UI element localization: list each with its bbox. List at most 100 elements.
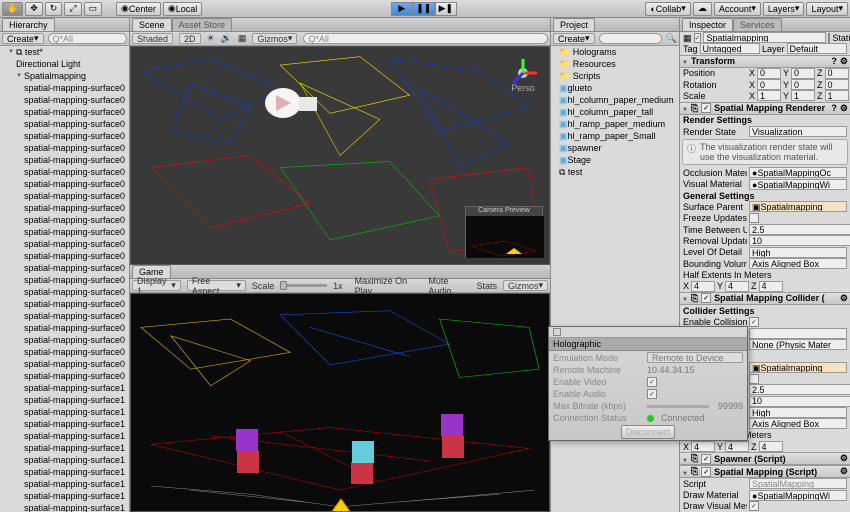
enable-audio-checkbox[interactable] [647, 389, 657, 399]
help-icon[interactable]: ? [831, 56, 837, 66]
lod-dropdown[interactable]: High [749, 247, 847, 258]
pause-button[interactable]: ❚❚ [413, 2, 435, 16]
freeze-updates-checkbox[interactable] [749, 213, 759, 223]
tree-item[interactable]: spatial-mapping-surface0 [0, 214, 129, 226]
project-item[interactable]: 📁 Resources [551, 58, 679, 70]
tab-scene[interactable]: Scene [132, 18, 172, 31]
transform-header[interactable]: Transform?⚙ [680, 55, 850, 68]
spawner-enabled[interactable] [701, 454, 711, 464]
sm-script-enabled[interactable] [701, 467, 711, 477]
hand-tool[interactable]: ✋ [2, 2, 23, 16]
gear-icon[interactable]: ⚙ [840, 293, 848, 304]
hierarchy-create-dropdown[interactable]: Create ▾ [2, 33, 44, 44]
tree-item[interactable]: spatial-mapping-surface0 [0, 82, 129, 94]
scene-search[interactable]: Q*All [303, 33, 548, 44]
smc-header[interactable]: ⎘Spatial Mapping Collider (⚙ [680, 292, 850, 305]
tree-item[interactable]: spatial-mapping-surface0 [0, 166, 129, 178]
orientation-gizmo[interactable]: Persp [505, 55, 541, 91]
tree-item[interactable]: spatial-mapping-surface1 [0, 442, 129, 454]
tree-item[interactable]: spatial-mapping-surface1 [0, 502, 129, 512]
scene-viewport[interactable]: Persp Camera Preview [130, 46, 550, 265]
emulation-mode-dropdown[interactable]: Remote to Device [647, 352, 743, 363]
tree-item[interactable]: spatial-mapping-surface0 [0, 226, 129, 238]
smc-he-x[interactable] [691, 441, 715, 452]
tree-item[interactable]: spatial-mapping-surface0 [0, 250, 129, 262]
smr-header[interactable]: ⎘Spatial Mapping Renderer?⚙ [680, 102, 850, 115]
tree-item[interactable]: spatial-mapping-surface0 [0, 322, 129, 334]
rot-y[interactable] [791, 79, 815, 90]
tree-item[interactable]: spatial-mapping-surface0 [0, 118, 129, 130]
render-state-dropdown[interactable]: Visualization [749, 126, 847, 137]
rect-tool[interactable]: ▭ [84, 2, 103, 16]
pos-y[interactable] [791, 68, 815, 79]
smc-ruc[interactable] [749, 396, 850, 407]
scale-y[interactable] [791, 90, 815, 101]
tree-item[interactable]: spatial-mapping-surface1 [0, 418, 129, 430]
gear-icon[interactable]: ⚙ [840, 103, 848, 114]
project-item[interactable]: ▣ glueto [551, 82, 679, 94]
local-global-toggle[interactable]: ◉ Local [163, 2, 202, 16]
pivot-center-toggle[interactable]: ◉ Center [116, 2, 161, 16]
help-icon[interactable]: ? [831, 103, 837, 113]
tree-item[interactable]: spatial-mapping-surface0 [0, 358, 129, 370]
cloud-button[interactable]: ☁ [693, 2, 712, 16]
tree-item[interactable]: spatial-mapping-surface0 [0, 154, 129, 166]
visual-material-field[interactable]: ●SpatialMappingWi [749, 179, 847, 190]
account-dropdown[interactable]: Account ▾ [714, 2, 761, 16]
tree-item[interactable]: spatial-mapping-surface0 [0, 238, 129, 250]
enable-video-checkbox[interactable] [647, 377, 657, 387]
tree-item[interactable]: spatial-mapping-surface0 [0, 298, 129, 310]
display-dropdown[interactable]: Display 1 ▾ [132, 280, 181, 291]
project-item[interactable]: 📁 Scripts [551, 70, 679, 82]
game-gizmos-dropdown[interactable]: Gizmos ▾ [503, 280, 548, 291]
scale-x[interactable] [757, 90, 781, 101]
filter-icon[interactable]: 🔍 [666, 33, 677, 44]
disconnect-button[interactable]: Disconnect [621, 425, 676, 439]
surface-parent-field[interactable]: ▣Spatialmapping [749, 201, 847, 212]
removal-update-count[interactable] [749, 235, 850, 246]
tree-item[interactable]: spatial-mapping-surface0 [0, 178, 129, 190]
smc-enabled[interactable] [701, 293, 711, 303]
layout-dropdown[interactable]: Layout ▾ [806, 2, 848, 16]
audio-icon[interactable]: 🔊 [221, 33, 232, 44]
collab-dropdown[interactable]: ◐ Collab ▾ [645, 2, 690, 16]
tree-item[interactable]: Directional Light [0, 58, 129, 70]
tab-inspector[interactable]: Inspector [682, 18, 733, 31]
holographic-panel[interactable]: Holographic Emulation ModeRemote to Devi… [548, 326, 748, 441]
project-search[interactable] [599, 33, 662, 44]
tree-item[interactable]: spatial-mapping-surface0 [0, 310, 129, 322]
pos-x[interactable] [757, 68, 781, 79]
physic-material-field[interactable]: None (Physic Mater [749, 339, 847, 350]
tree-item[interactable]: spatial-mapping-surface0 [0, 346, 129, 358]
tree-item[interactable]: spatial-mapping-surface1 [0, 454, 129, 466]
draw-material-field[interactable]: ●SpatialMappingWi [749, 490, 847, 501]
play-button[interactable]: ▶ [391, 2, 413, 16]
smr-he-z[interactable] [759, 281, 783, 292]
scene-root[interactable]: ⧉ test* [0, 46, 129, 58]
scale-tool[interactable]: ⤢ [64, 2, 81, 16]
project-item[interactable]: ▣ hl_ramp_paper_Small [551, 130, 679, 142]
smc-surface-parent[interactable]: ▣Spatialmapping [749, 362, 847, 373]
tree-item[interactable]: spatial-mapping-surface1 [0, 466, 129, 478]
smc-he-z[interactable] [759, 441, 783, 452]
fx-icon[interactable]: ▦ [238, 33, 247, 44]
project-item[interactable]: ⧉ test [551, 166, 679, 178]
tree-item[interactable]: spatial-mapping-surface1 [0, 382, 129, 394]
rot-z[interactable] [825, 79, 849, 90]
smc-lod-dropdown[interactable]: High [749, 407, 847, 418]
tag-dropdown[interactable]: Untagged [700, 43, 760, 54]
tree-item[interactable]: spatial-mapping-surface1 [0, 430, 129, 442]
layer-dropdown[interactable]: Default [787, 43, 847, 54]
script-ref-field[interactable]: SpatialMapping [749, 478, 847, 489]
2d-toggle[interactable]: 2D [179, 33, 201, 44]
tree-item[interactable]: spatial-mapping-surface0 [0, 370, 129, 382]
remote-machine-field[interactable]: 10.44.34.15 [647, 365, 743, 375]
tab-services[interactable]: Services [733, 18, 782, 31]
gear-icon[interactable]: ⚙ [840, 453, 848, 464]
scale-z[interactable] [825, 90, 849, 101]
occlusion-material-field[interactable]: ●SpatialMappingOc [749, 167, 847, 178]
project-item[interactable]: ▣ spawner [551, 142, 679, 154]
enable-collisions-checkbox[interactable] [749, 317, 759, 327]
hierarchy-tree[interactable]: ⧉ test*Directional LightSpatialmappingsp… [0, 46, 129, 512]
project-item[interactable]: ▣ hl_column_paper_tall [551, 106, 679, 118]
